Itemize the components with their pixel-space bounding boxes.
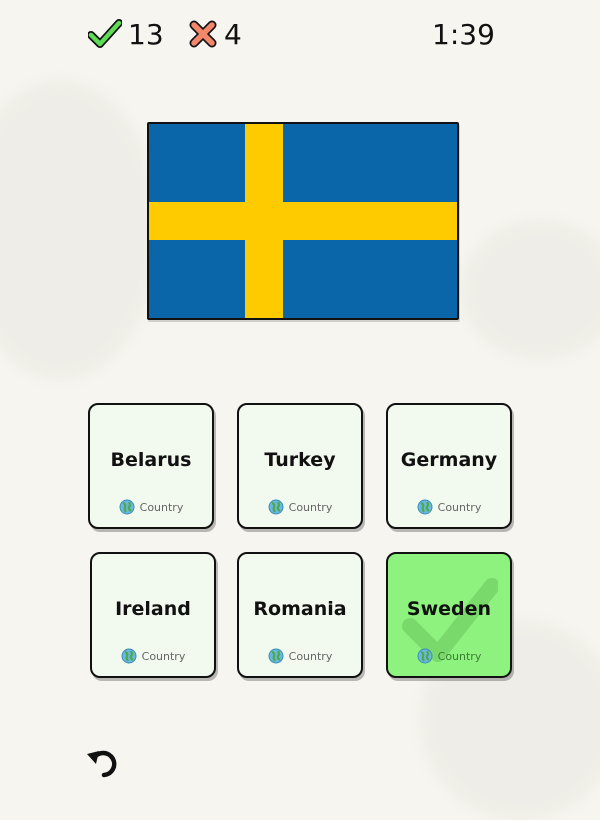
globe-icon xyxy=(417,499,433,515)
globe-icon xyxy=(121,648,137,664)
option-tag-text: Country xyxy=(437,649,482,663)
flag-image xyxy=(147,122,459,320)
answer-option-romania[interactable]: Romania Country xyxy=(237,552,363,678)
globe-icon xyxy=(268,648,284,664)
option-tag: Country xyxy=(90,499,212,515)
option-tag-text: Country xyxy=(141,649,186,663)
answer-option-ireland[interactable]: Ireland Country xyxy=(90,552,216,678)
checkmark-icon xyxy=(88,19,122,48)
option-tag-text: Country xyxy=(288,649,333,663)
wrong-score: 4 xyxy=(188,14,242,54)
answer-option-germany[interactable]: Germany Country xyxy=(386,403,512,529)
undo-icon xyxy=(87,750,117,778)
flag-cross-horizontal xyxy=(149,202,457,240)
answer-option-belarus[interactable]: Belarus Country xyxy=(88,403,214,529)
flag-cross-vertical xyxy=(245,124,283,318)
wrong-count: 4 xyxy=(224,17,242,51)
option-tag: Country xyxy=(239,499,361,515)
timer: 1:39 xyxy=(432,17,495,51)
globe-icon xyxy=(417,648,433,664)
option-tag: Country xyxy=(239,648,361,664)
cross-icon xyxy=(189,20,217,48)
option-label: Belarus xyxy=(110,449,192,471)
option-tag-text: Country xyxy=(139,500,184,514)
option-label: Sweden xyxy=(406,598,492,620)
globe-icon xyxy=(268,499,284,515)
background-map-shape xyxy=(460,220,600,360)
option-tag: Country xyxy=(92,648,214,664)
option-tag: Country xyxy=(388,648,510,664)
option-tag-text: Country xyxy=(437,500,482,514)
correct-count: 13 xyxy=(128,17,164,51)
correct-score: 13 xyxy=(88,14,164,54)
option-label: Romania xyxy=(253,598,347,620)
option-tag-text: Country xyxy=(288,500,333,514)
undo-button[interactable] xyxy=(84,742,124,782)
globe-icon xyxy=(119,499,135,515)
option-tag: Country xyxy=(388,499,510,515)
option-label: Ireland xyxy=(115,598,191,620)
answer-option-turkey[interactable]: Turkey Country xyxy=(237,403,363,529)
option-label: Turkey xyxy=(264,449,336,471)
answer-option-sweden[interactable]: Sweden Country xyxy=(386,552,512,678)
option-label: Germany xyxy=(400,449,498,471)
background-map-shape xyxy=(0,80,160,380)
